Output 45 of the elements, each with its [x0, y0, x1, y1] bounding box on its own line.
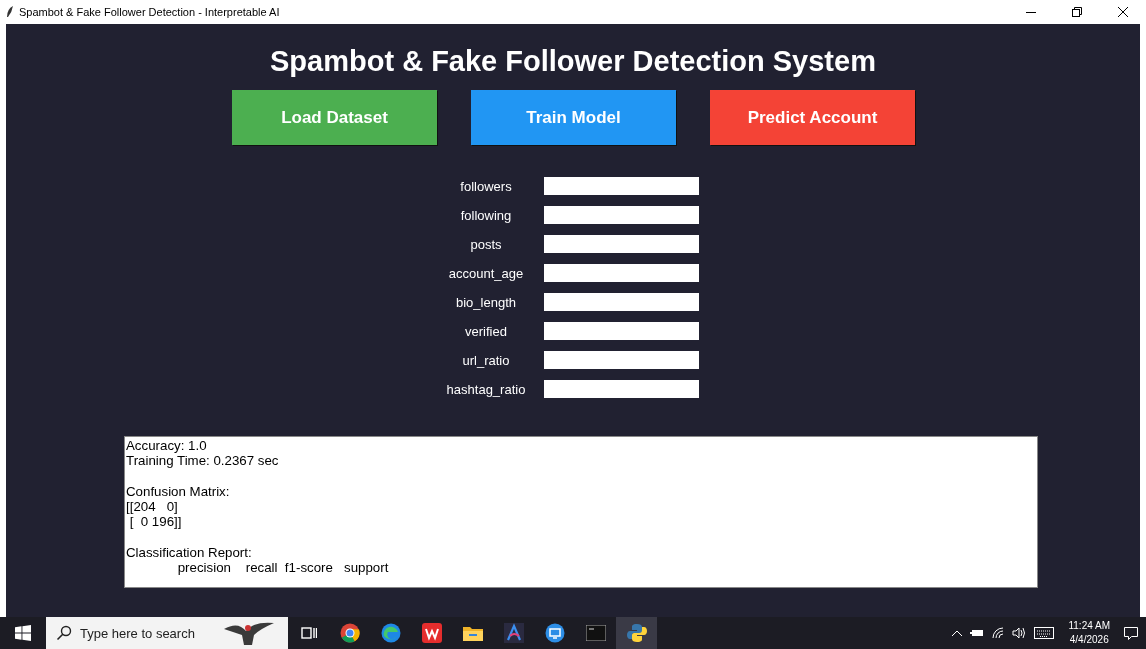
office-app-icon[interactable]: [421, 623, 442, 643]
field-label: url_ratio: [462, 352, 510, 368]
input-field[interactable]: [544, 322, 700, 340]
notification-icon[interactable]: [1124, 626, 1138, 640]
clock-time[interactable]: 11:24 AM: [1068, 619, 1110, 633]
remote-desktop-icon[interactable]: [544, 623, 565, 643]
window-title: Spambot & Fake Follower Detection - Interpretable AI: [19, 6, 280, 18]
terminal-icon[interactable]: [585, 625, 606, 641]
chevron-up-icon[interactable]: [952, 630, 963, 636]
field-label: posts: [470, 236, 502, 252]
task-view-icon[interactable]: [300, 626, 317, 640]
field-label: account_age: [448, 265, 524, 281]
field-label: following: [460, 207, 512, 223]
browser-icon[interactable]: [339, 623, 360, 643]
field-label: followers: [460, 178, 512, 194]
input-field[interactable]: [544, 235, 700, 253]
action-button[interactable]: Predict Account: [710, 90, 915, 145]
results-text: Accuracy: 1.0 Training Time: 0.2367 sec Confusion Matrix: [[204 0] [ 0 196]] Classification Report: precision recall f1-score support: [125, 437, 390, 577]
clock-date[interactable]: 4/4/2026: [1069, 633, 1109, 647]
feather-icon: [6, 6, 14, 18]
input-field[interactable]: [544, 177, 700, 195]
input-field[interactable]: [544, 351, 700, 369]
field-label: hashtag_ratio: [446, 381, 526, 397]
windows-logo-icon[interactable]: [15, 625, 31, 641]
wifi-icon[interactable]: [992, 627, 1005, 639]
output-text-area[interactable]: Accuracy: 1.0 Training Time: 0.2367 sec Confusion Matrix: [[204 0] [ 0 196]] Classification Report: precision recall f1-score support: [124, 436, 1038, 588]
search-icon: [56, 625, 72, 641]
speaker-icon[interactable]: [1012, 627, 1027, 639]
field-label: verified: [465, 323, 507, 339]
keyboard-icon[interactable]: [1034, 627, 1055, 639]
python-icon[interactable]: [626, 623, 647, 643]
app-icon[interactable]: [503, 623, 524, 643]
search-field[interactable]: Type here to search: [46, 617, 288, 649]
folder-icon[interactable]: [462, 625, 483, 641]
input-field[interactable]: [544, 206, 700, 224]
field-label: bio_length: [456, 294, 516, 310]
close-icon[interactable]: [1118, 7, 1128, 17]
battery-icon[interactable]: [970, 629, 985, 637]
input-field[interactable]: [544, 380, 700, 398]
app-heading: Spambot & Fake Follower Detection System: [270, 44, 876, 78]
input-field[interactable]: [544, 264, 700, 282]
browser-icon[interactable]: [380, 623, 401, 643]
input-field[interactable]: [544, 293, 700, 311]
search-placeholder: Type here to search: [80, 625, 195, 641]
restore-icon[interactable]: [1072, 7, 1082, 17]
